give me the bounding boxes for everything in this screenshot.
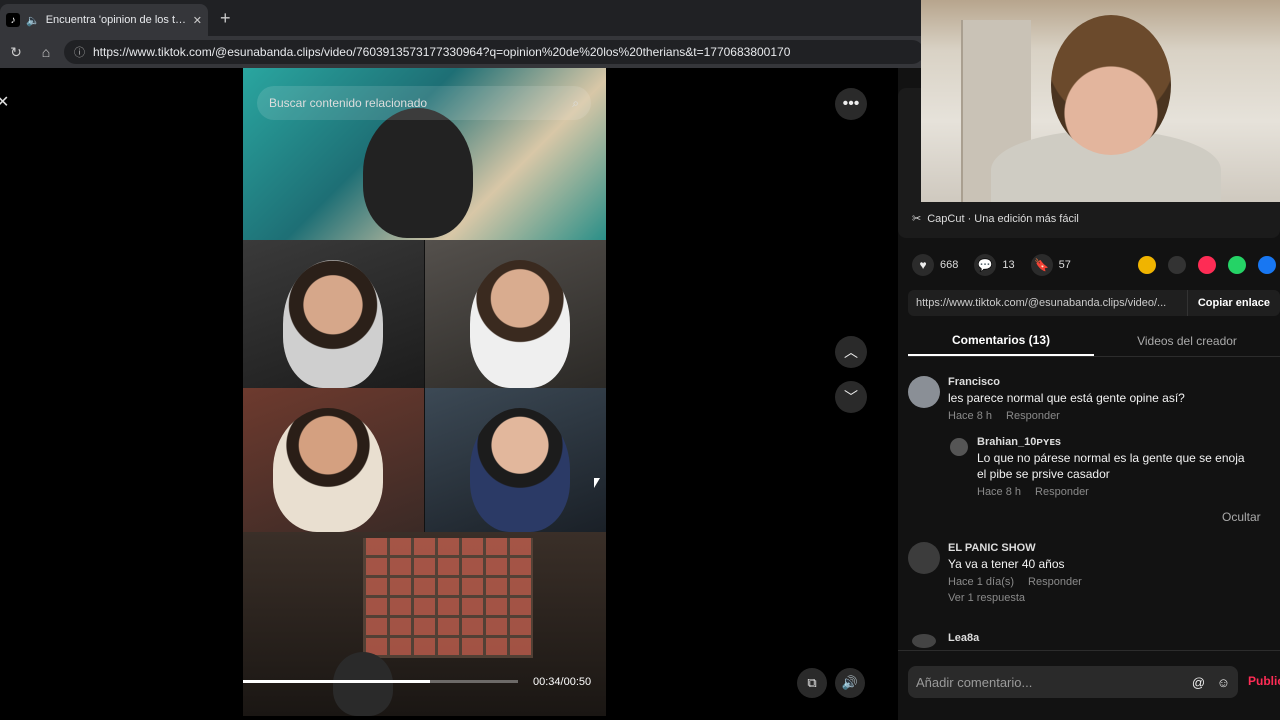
tab-title: Encuentra 'opinion de los therians' [45, 14, 187, 26]
capcut-label: CapCut · Una edición más fácil [927, 212, 1079, 225]
like-count: 668 [940, 259, 959, 271]
emoji-icon[interactable]: ☺ [1217, 675, 1230, 690]
reply-button[interactable]: Responder [1006, 410, 1060, 422]
related-search-input[interactable]: Buscar contenido relacionado ⌕ [257, 86, 591, 120]
avatar[interactable] [908, 542, 940, 574]
whatsapp-icon[interactable] [1228, 256, 1246, 274]
tab-creator-videos[interactable]: Videos del creador [1094, 326, 1280, 356]
mention-icon[interactable]: @ [1192, 675, 1205, 690]
pip-icon[interactable]: ⧉ [797, 668, 827, 698]
comment-input[interactable]: Añadir comentario... @ ☺ [908, 666, 1238, 698]
capcut-icon: ✂ [912, 213, 922, 225]
search-placeholder: Buscar contenido relacionado [269, 96, 428, 110]
comment-author[interactable]: Lea8a [948, 632, 1248, 644]
search-icon[interactable]: ⌕ [572, 96, 579, 111]
comment-time: Hace 1 día(s) [948, 576, 1015, 588]
share-link-text[interactable]: https://www.tiktok.com/@esunabanda.clips… [908, 297, 1187, 309]
close-tab-icon[interactable]: ✕ [193, 14, 202, 27]
bookmark-icon[interactable]: 🔖 [1030, 254, 1053, 276]
url-field[interactable]: ⓘ https://www.tiktok.com/@esunabanda.cli… [64, 40, 924, 64]
comment-placeholder: Añadir comentario... [916, 674, 1033, 690]
like-icon[interactable]: ♥ [912, 254, 934, 276]
close-video-icon[interactable]: ✕ [0, 92, 9, 112]
comment-icon[interactable]: 💬 [974, 254, 997, 276]
comment-tabs: Comentarios (13) Videos del creador [908, 326, 1280, 356]
embed-icon[interactable] [1168, 256, 1186, 274]
view-replies-button[interactable]: Ver 1 respuesta [948, 592, 1025, 604]
comment-author[interactable]: Francisco [948, 376, 1248, 388]
tab-comments[interactable]: Comentarios (13) [908, 326, 1094, 356]
comment-time: Hace 8 h [948, 410, 993, 422]
video-tile-2 [243, 240, 424, 388]
browser-tab[interactable]: ♪ 🔈 Encuentra 'opinion de los therians' … [0, 4, 208, 36]
previous-video-button[interactable]: ︿ [835, 336, 867, 368]
coin-icon[interactable] [1138, 256, 1156, 274]
capcut-link[interactable]: ✂ CapCut · Una edición más fácil [912, 212, 1079, 226]
more-options-icon[interactable]: ••• [835, 88, 867, 120]
next-video-button[interactable]: ﹀ [835, 381, 867, 413]
comment-item: EL PANIC SHOW Ya va a tener 40 años Hace… [948, 542, 1248, 604]
comment-text: Lo que no párese normal es la gente que … [977, 451, 1245, 481]
post-button[interactable]: Publicar [1248, 674, 1280, 688]
send-icon[interactable] [1198, 256, 1216, 274]
video-progress-fill [243, 680, 430, 683]
save-count: 57 [1058, 259, 1071, 271]
avatar[interactable] [912, 634, 936, 648]
comment-item: Lea8a [948, 632, 1248, 648]
video-tile-3 [425, 240, 606, 388]
copy-link-button[interactable]: Copiar enlace [1186, 290, 1280, 316]
facebook-icon[interactable] [1258, 256, 1276, 274]
comment-time: Hace 8 h [977, 486, 1022, 498]
video-progress-bar[interactable] [243, 680, 518, 683]
hide-replies-button[interactable]: Ocultar [1222, 510, 1261, 524]
home-icon[interactable]: ⌂ [32, 38, 60, 66]
volume-icon[interactable]: 🔊 [835, 668, 865, 698]
comment-author[interactable]: Brahian_10ᴘʏᴇs [977, 436, 1257, 448]
new-tab-button[interactable]: + [220, 8, 231, 29]
comment-count: 13 [1002, 259, 1015, 271]
video-player[interactable]: Buscar contenido relacionado ⌕ 00:34/00:… [243, 68, 606, 716]
reply-item: Brahian_10ᴘʏᴇs Lo que no párese normal e… [977, 436, 1257, 498]
action-bar: ♥ 668 💬 13 🔖 57 [912, 252, 1280, 278]
comment-text: Ya va a tener 40 años [948, 557, 1065, 571]
tiktok-icon: ♪ [6, 13, 20, 27]
site-info-icon[interactable]: ⓘ [74, 44, 85, 60]
reload-icon[interactable]: ↻ [2, 38, 30, 66]
avatar[interactable] [950, 438, 968, 456]
url-text: https://www.tiktok.com/@esunabanda.clips… [93, 45, 791, 59]
comment-item: Francisco les parece normal que está gen… [948, 376, 1248, 422]
reply-button[interactable]: Responder [1028, 576, 1082, 588]
share-link-row: https://www.tiktok.com/@esunabanda.clips… [908, 290, 1280, 316]
video-tile-6 [243, 532, 606, 716]
reply-button[interactable]: Responder [1035, 486, 1089, 498]
comment-text: les parece normal que está gente opine a… [948, 391, 1185, 405]
webcam-overlay [921, 0, 1280, 202]
video-tile-5 [425, 388, 606, 532]
comment-author[interactable]: EL PANIC SHOW [948, 542, 1248, 554]
video-time: 00:34/00:50 [533, 676, 592, 688]
avatar[interactable] [908, 376, 940, 408]
mouse-cursor [594, 478, 600, 488]
speaker-icon[interactable]: 🔈 [26, 14, 40, 27]
video-tile-4 [243, 388, 424, 532]
